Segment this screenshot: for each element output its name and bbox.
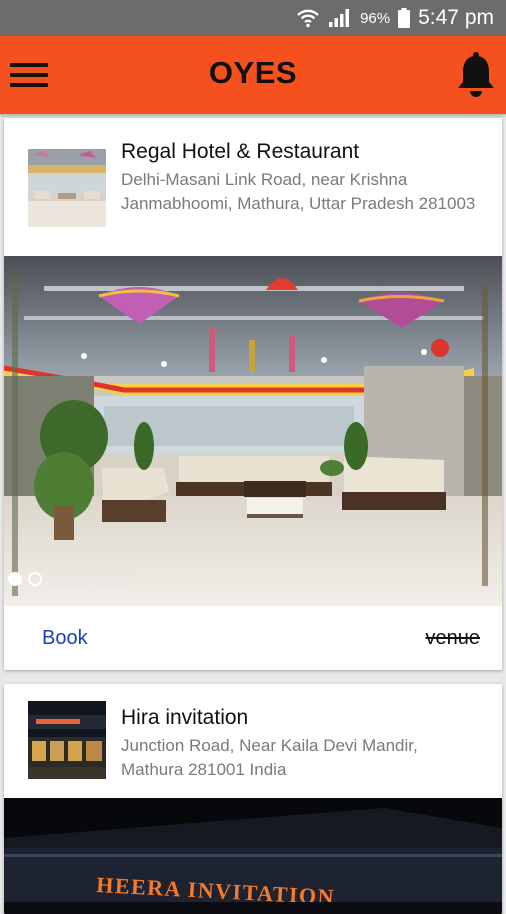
signal-icon	[329, 9, 350, 27]
venue-card[interactable]: Regal Hotel & Restaurant Delhi-Masani Li…	[4, 118, 502, 670]
carousel-indicator[interactable]	[8, 572, 42, 586]
app-title: OYES	[208, 55, 298, 90]
app-bar: OYES	[0, 36, 506, 114]
battery-percent: 96%	[360, 9, 391, 27]
venue-address: Junction Road, Near Kaila Devi Mandir, M…	[121, 736, 418, 779]
venue-card[interactable]: Hira invitation Junction Road, Near Kail…	[4, 684, 502, 914]
battery-icon	[398, 8, 411, 28]
book-button[interactable]: Book	[42, 627, 88, 650]
carousel-dot[interactable]	[28, 572, 42, 586]
venue-name[interactable]: Hira invitation	[121, 706, 248, 730]
venue-button[interactable]: venue	[426, 627, 481, 650]
notification-bell-icon[interactable]	[456, 50, 496, 98]
venue-thumbnail[interactable]	[28, 701, 106, 779]
photo-watermark: REDMI NOTE 5 PRO MI DUAL CAMERA	[52, 570, 137, 589]
venue-name[interactable]: Regal Hotel & Restaurant	[121, 140, 359, 164]
carousel-dot[interactable]	[8, 572, 22, 586]
clock: 5:47 pm	[418, 6, 494, 29]
venue-address: Delhi-Masani Link Road, near Krishna Jan…	[121, 170, 476, 213]
status-bar: 96% 5:47 pm	[0, 0, 506, 36]
venue-photo[interactable]: HEERA INVITATION	[4, 798, 502, 914]
wifi-icon	[297, 9, 319, 28]
venue-photo[interactable]: REDMI NOTE 5 PRO MI DUAL CAMERA	[4, 256, 502, 606]
venue-thumbnail[interactable]	[28, 149, 106, 227]
